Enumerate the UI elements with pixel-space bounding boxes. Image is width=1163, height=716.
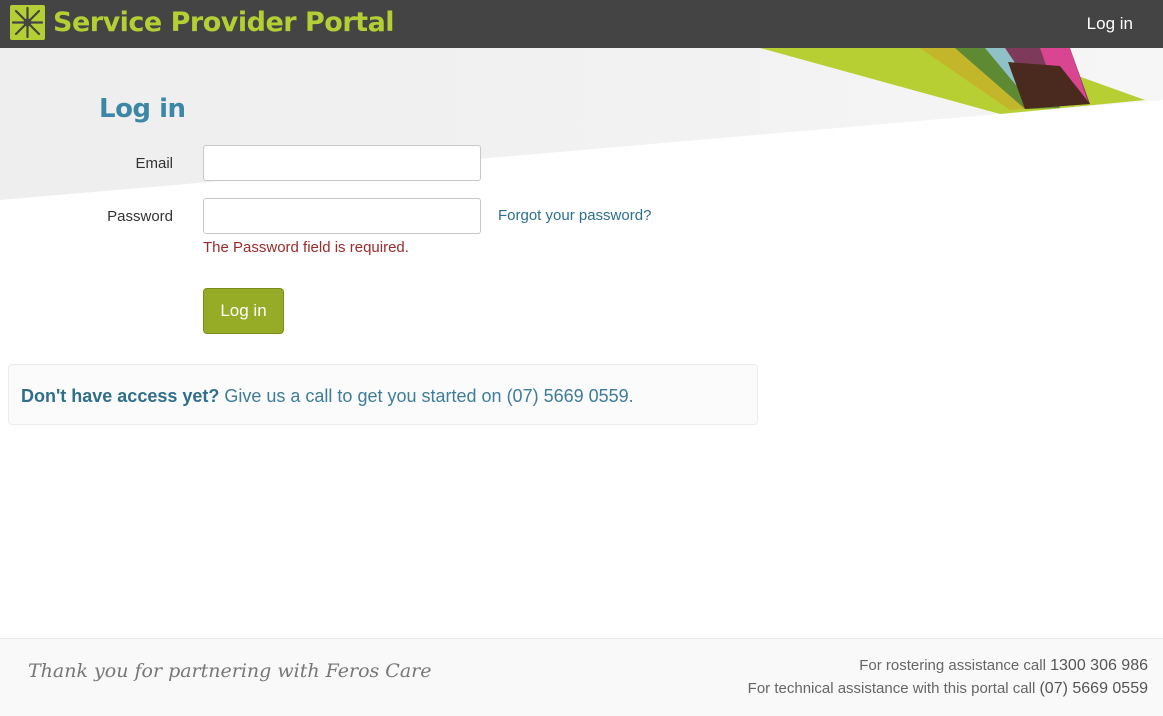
access-info-box: Don't have access yet? Give us a call to… (8, 364, 758, 425)
password-field[interactable] (203, 198, 481, 234)
login-button[interactable]: Log in (203, 288, 284, 334)
access-question: Don't have access yet? (21, 386, 220, 406)
rostering-text: For rostering assistance call (859, 657, 1046, 674)
forgot-password-link[interactable]: Forgot your password? (498, 207, 651, 225)
rostering-phone[interactable]: 1300 306 986 (1050, 657, 1148, 674)
technical-phone[interactable]: (07) 5669 0559 (1039, 680, 1148, 697)
password-label: Password (107, 208, 173, 225)
access-instructions: Give us a call to get you started on (224, 386, 502, 406)
sunburst-logo-icon[interactable] (10, 5, 45, 40)
brand-title[interactable]: Service Provider Portal (53, 5, 395, 41)
footer-thanks-text: Thank you for partnering with Feros Care (28, 660, 432, 682)
email-field[interactable] (203, 145, 481, 181)
password-error-message: The Password field is required. (203, 239, 409, 256)
nav-login-link[interactable]: Log in (1087, 14, 1133, 34)
email-label: Email (135, 155, 173, 172)
rostering-assistance: For rostering assistance call 1300 306 9… (859, 657, 1148, 675)
access-phone-number[interactable]: (07) 5669 0559 (507, 386, 629, 406)
login-heading: Log in (99, 94, 186, 124)
top-navbar: Service Provider Portal Log in (0, 0, 1163, 48)
access-period: . (628, 386, 634, 406)
technical-assistance: For technical assistance with this porta… (748, 680, 1148, 698)
technical-text: For technical assistance with this porta… (747, 680, 1036, 697)
access-info-text: Don't have access yet? Give us a call to… (21, 385, 634, 407)
page-footer: Thank you for partnering with Feros Care… (0, 638, 1163, 716)
hero-background-banner (0, 48, 1163, 200)
